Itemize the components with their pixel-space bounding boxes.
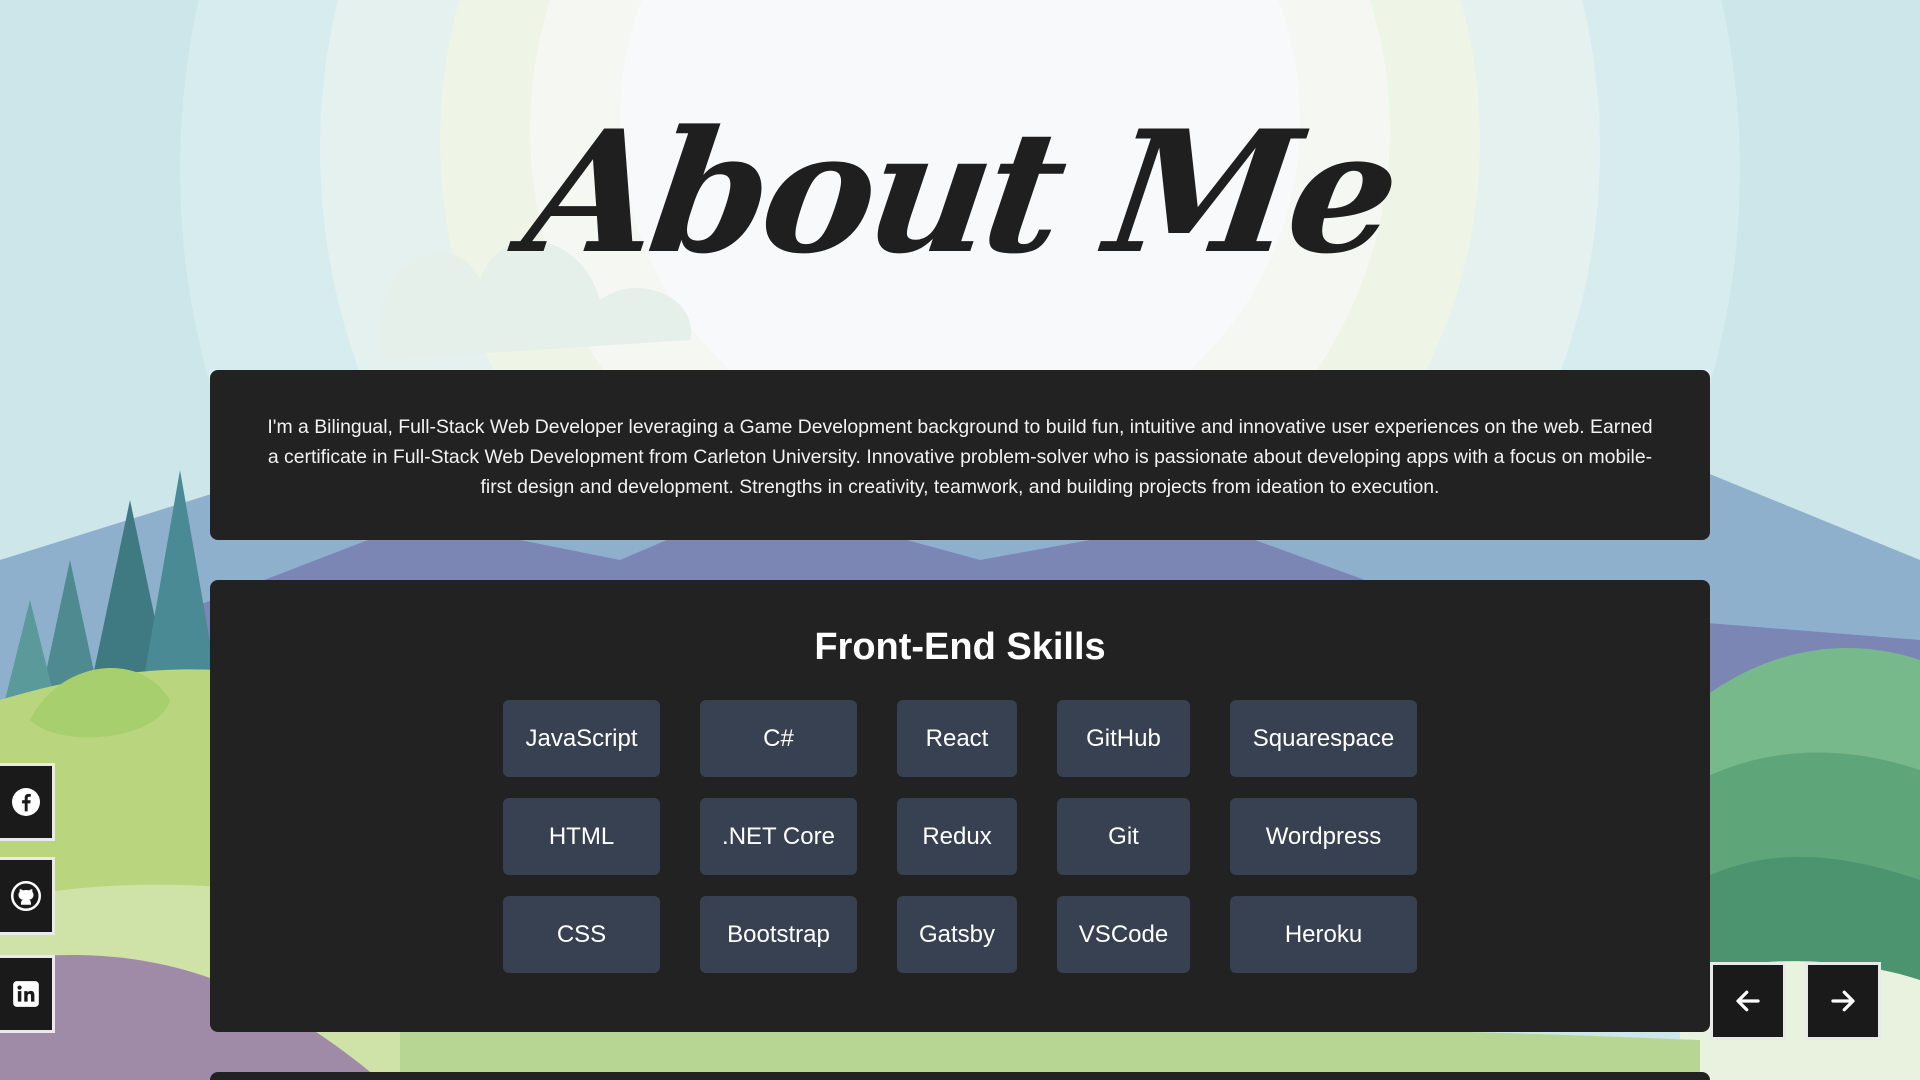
skill-chip[interactable]: JavaScript xyxy=(503,700,660,777)
arrow-left-icon xyxy=(1736,990,1760,1012)
arrow-right-icon xyxy=(1831,990,1855,1012)
skills-card: Front-End Skills JavaScript C# React Git… xyxy=(210,580,1710,1032)
linkedin-icon xyxy=(13,981,39,1007)
skill-chip[interactable]: Redux xyxy=(897,798,1017,875)
skill-chip[interactable]: Git xyxy=(1057,798,1190,875)
facebook-link[interactable] xyxy=(0,763,55,841)
skill-chip[interactable]: VSCode xyxy=(1057,896,1190,973)
bio-text: I'm a Bilingual, Full-Stack Web Develope… xyxy=(267,416,1653,498)
skill-chip[interactable]: Heroku xyxy=(1230,896,1417,973)
github-icon xyxy=(11,881,41,911)
github-link[interactable] xyxy=(0,857,55,935)
skills-grid: JavaScript C# React GitHub Squarespace H… xyxy=(503,700,1417,973)
skill-chip[interactable]: Wordpress xyxy=(1230,798,1417,875)
skill-chip[interactable]: .NET Core xyxy=(700,798,857,875)
skill-chip[interactable]: GitHub xyxy=(1057,700,1190,777)
bio-card: I'm a Bilingual, Full-Stack Web Develope… xyxy=(210,370,1710,540)
skill-chip[interactable]: Gatsby xyxy=(897,896,1017,973)
skill-chip[interactable]: React xyxy=(897,700,1017,777)
skill-chip[interactable]: HTML xyxy=(503,798,660,875)
facebook-icon xyxy=(12,788,40,816)
linkedin-link[interactable] xyxy=(0,955,55,1033)
next-section-card xyxy=(210,1072,1710,1080)
next-button[interactable] xyxy=(1805,962,1881,1040)
skill-chip[interactable]: CSS xyxy=(503,896,660,973)
skill-chip[interactable]: C# xyxy=(700,700,857,777)
skill-chip[interactable]: Squarespace xyxy=(1230,700,1417,777)
skills-title: Front-End Skills xyxy=(814,626,1106,668)
previous-button[interactable] xyxy=(1710,962,1786,1040)
page-title: About Me xyxy=(514,93,1406,291)
skill-chip[interactable]: Bootstrap xyxy=(700,896,857,973)
